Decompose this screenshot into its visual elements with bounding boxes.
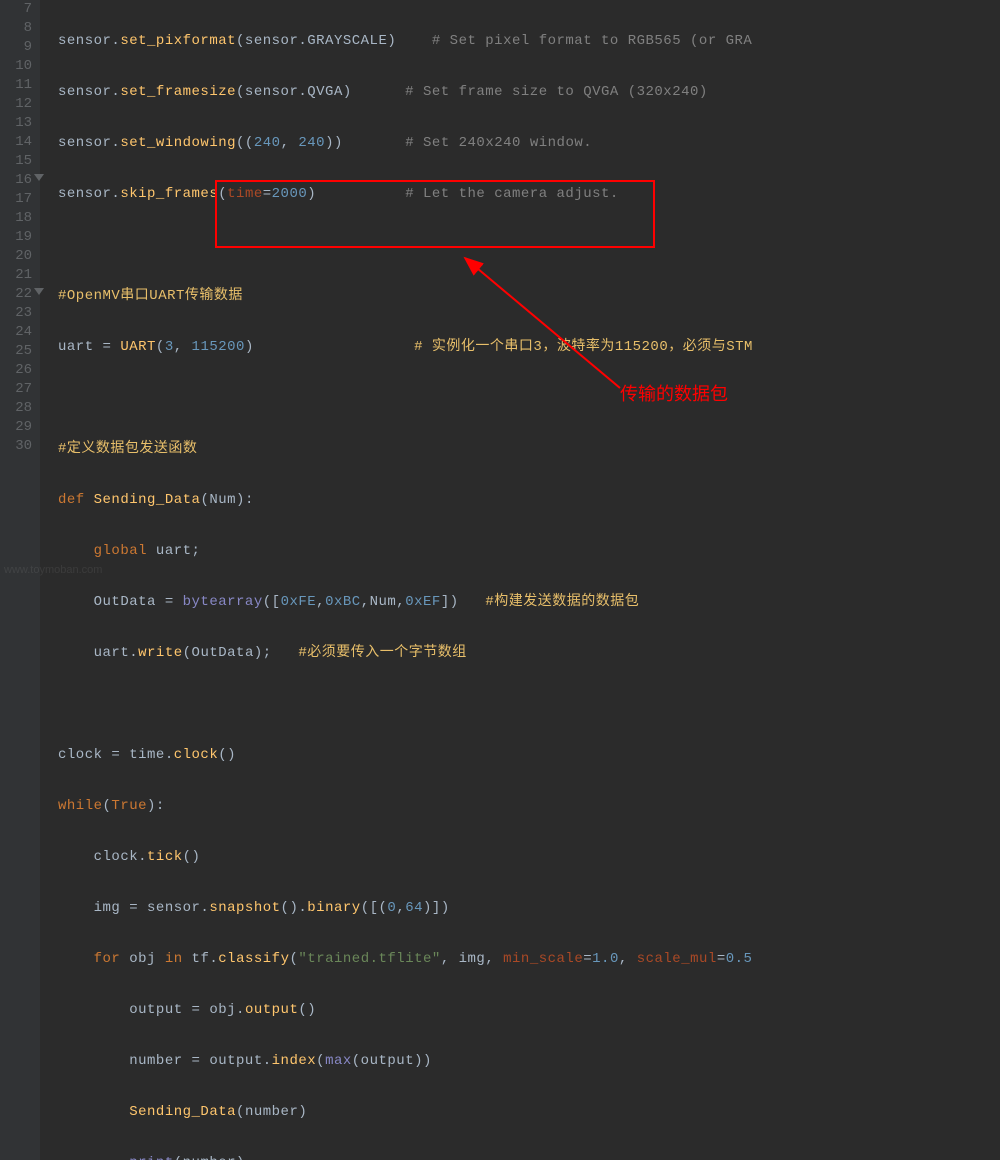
line-number: 15 bbox=[0, 152, 32, 171]
code-line[interactable]: while(True): bbox=[58, 797, 753, 816]
line-number: 18 bbox=[0, 209, 32, 228]
code-editor[interactable]: 7891011121314151617181920212223242526272… bbox=[0, 0, 1000, 1160]
line-number: 13 bbox=[0, 114, 32, 133]
code-area[interactable]: sensor.set_pixformat(sensor.GRAYSCALE) #… bbox=[40, 0, 753, 1160]
line-number: 27 bbox=[0, 380, 32, 399]
code-line[interactable]: number = output.index(max(output)) bbox=[58, 1052, 753, 1071]
code-line[interactable]: OutData = bytearray([0xFE,0xBC,Num,0xEF]… bbox=[58, 593, 753, 612]
code-line[interactable]: print(number) bbox=[58, 1154, 753, 1160]
annotation-label: 传输的数据包 bbox=[620, 380, 728, 406]
line-number: 14 bbox=[0, 133, 32, 152]
line-number: 11 bbox=[0, 76, 32, 95]
code-line[interactable]: #OpenMV串口UART传输数据 bbox=[58, 287, 753, 306]
code-line[interactable]: def Sending_Data(Num): bbox=[58, 491, 753, 510]
line-number: 25 bbox=[0, 342, 32, 361]
line-gutter: 7891011121314151617181920212223242526272… bbox=[0, 0, 40, 1160]
code-line[interactable]: sensor.set_framesize(sensor.QVGA) # Set … bbox=[58, 83, 753, 102]
line-number: 23 bbox=[0, 304, 32, 323]
line-number: 24 bbox=[0, 323, 32, 342]
line-number: 26 bbox=[0, 361, 32, 380]
line-number: 12 bbox=[0, 95, 32, 114]
line-number: 21 bbox=[0, 266, 32, 285]
code-line[interactable]: output = obj.output() bbox=[58, 1001, 753, 1020]
line-number: 22 bbox=[0, 285, 32, 304]
code-line[interactable]: uart.write(OutData); #必须要传入一个字节数组 bbox=[58, 644, 753, 663]
code-line[interactable]: sensor.set_pixformat(sensor.GRAYSCALE) #… bbox=[58, 32, 753, 51]
code-line[interactable]: uart = UART(3, 115200) # 实例化一个串口3，波特率为11… bbox=[58, 338, 753, 357]
line-number: 9 bbox=[0, 38, 32, 57]
line-number: 17 bbox=[0, 190, 32, 209]
code-line[interactable]: global uart; bbox=[58, 542, 753, 561]
line-number: 20 bbox=[0, 247, 32, 266]
line-number: 28 bbox=[0, 399, 32, 418]
code-line[interactable]: Sending_Data(number) bbox=[58, 1103, 753, 1122]
line-number: 10 bbox=[0, 57, 32, 76]
line-number: 30 bbox=[0, 437, 32, 456]
code-line[interactable]: #定义数据包发送函数 bbox=[58, 440, 753, 459]
code-line[interactable]: img = sensor.snapshot().binary([(0,64)]) bbox=[58, 899, 753, 918]
line-number: 29 bbox=[0, 418, 32, 437]
code-line[interactable]: for obj in tf.classify("trained.tflite",… bbox=[58, 950, 753, 969]
code-line[interactable]: clock.tick() bbox=[58, 848, 753, 867]
line-number: 16 bbox=[0, 171, 32, 190]
code-line[interactable] bbox=[58, 695, 753, 714]
code-line[interactable]: sensor.skip_frames(time=2000) # Let the … bbox=[58, 185, 753, 204]
watermark: www.toymoban.com bbox=[4, 564, 102, 576]
line-number: 19 bbox=[0, 228, 32, 247]
code-line[interactable]: clock = time.clock() bbox=[58, 746, 753, 765]
fold-marker-icon[interactable] bbox=[34, 174, 44, 181]
line-number: 7 bbox=[0, 0, 32, 19]
code-line[interactable] bbox=[58, 236, 753, 255]
fold-marker-icon[interactable] bbox=[34, 288, 44, 295]
code-line[interactable]: sensor.set_windowing((240, 240)) # Set 2… bbox=[58, 134, 753, 153]
line-number: 8 bbox=[0, 19, 32, 38]
